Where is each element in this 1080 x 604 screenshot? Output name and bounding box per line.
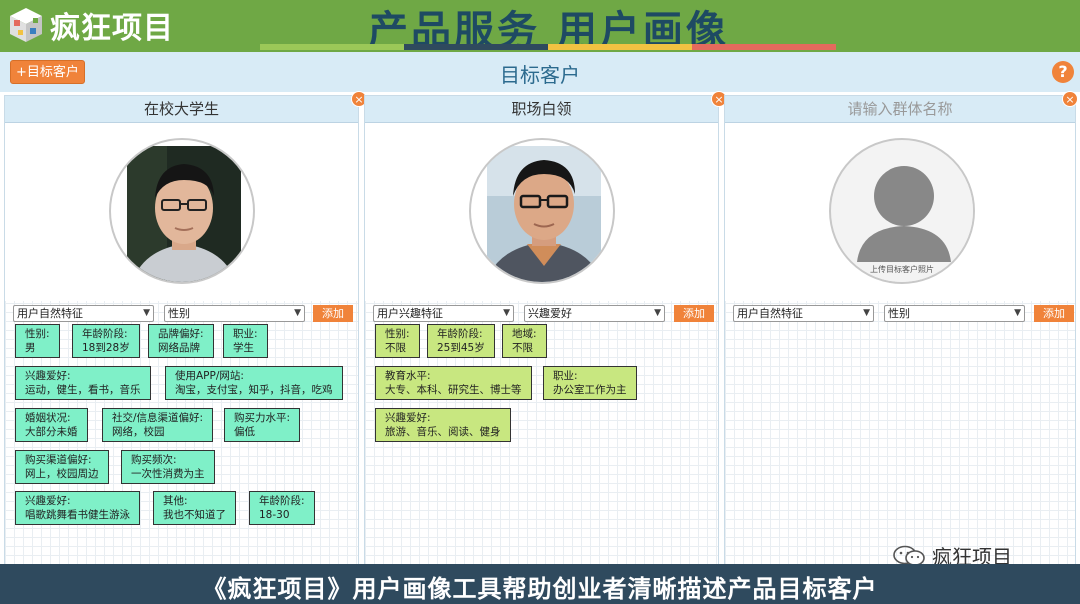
feature-tag[interactable]: 社交/信息渠道偏好: 网络，校园 xyxy=(102,408,214,442)
feature-tag[interactable]: 教育水平: 大专、本科、研究生、博士等 xyxy=(375,366,532,400)
upload-photo-placeholder[interactable]: 上传目标客户照片 xyxy=(829,138,975,284)
professional-avatar[interactable] xyxy=(469,138,615,284)
feature-field-value: 性别 xyxy=(168,307,190,320)
feature-tag-text: 年龄阶段: 25到45岁 xyxy=(437,328,485,354)
feature-field-value: 兴趣爱好 xyxy=(528,307,572,320)
feature-tag[interactable]: 兴趣爱好: 唱歌跳舞看书健生游泳 xyxy=(15,491,140,525)
feature-tag-text: 品牌偏好: 网络品牌 xyxy=(158,328,204,354)
persona-name-field[interactable]: 在校大学生 xyxy=(5,96,358,123)
cube-logo-icon xyxy=(6,6,46,44)
feature-tag-text: 年龄阶段: 18-30 xyxy=(259,495,305,521)
add-feature-button[interactable]: 添加 xyxy=(674,305,714,322)
add-feature-button[interactable]: 添加 xyxy=(1034,305,1074,322)
feature-tag[interactable]: 兴趣爱好: 运动，健生，看书，音乐 xyxy=(15,366,151,400)
chevron-down-icon: ▼ xyxy=(503,308,510,318)
feature-field-value: 性别 xyxy=(888,307,910,320)
feature-category-select[interactable]: 用户自然特征 ▼ xyxy=(13,305,154,322)
stripe-yellow xyxy=(548,44,692,50)
logo-text: 疯狂项目 xyxy=(50,11,174,46)
feature-category-value: 用户自然特征 xyxy=(17,307,83,320)
feature-tag-text: 社交/信息渠道偏好: 网络，校园 xyxy=(112,412,204,438)
feature-tag-text: 购买频次: 一次性消费为主 xyxy=(131,454,205,480)
title-underline-stripes xyxy=(260,44,836,50)
feature-field-select[interactable]: 性别 ▼ xyxy=(164,305,305,322)
feature-tag[interactable]: 其他: 我也不知道了 xyxy=(153,491,236,525)
feature-tag-text: 性别: 男 xyxy=(25,328,50,354)
feature-category-select[interactable]: 用户兴趣特征 ▼ xyxy=(373,305,514,322)
feature-tag[interactable]: 品牌偏好: 网络品牌 xyxy=(148,324,214,358)
chevron-down-icon: ▼ xyxy=(863,308,870,318)
feature-tag[interactable]: 购买频次: 一次性消费为主 xyxy=(121,450,215,484)
footer-banner: 《疯狂项目》用户画像工具帮助创业者清晰描述产品目标客户 xyxy=(0,564,1080,604)
chevron-down-icon: ▼ xyxy=(1014,308,1021,318)
footer-text: 《疯狂项目》用户画像工具帮助创业者清晰描述产品目标客户 xyxy=(202,575,878,603)
feature-tag-text: 婚姻状况: 大部分未婚 xyxy=(25,412,78,438)
stripe-red xyxy=(692,44,836,50)
feature-tag[interactable]: 年龄阶段: 18-30 xyxy=(249,491,315,525)
chevron-down-icon: ▼ xyxy=(143,308,150,318)
close-card-icon[interactable]: × xyxy=(1062,91,1078,107)
feature-tag-text: 其他: 我也不知道了 xyxy=(163,495,226,521)
persona-card-professional: 职场白领 × 用户兴趣特征 ▼ 兴趣爱好 ▼ 添加 性别: 不限 年龄阶段: 2… xyxy=(364,91,727,565)
chevron-down-icon: ▼ xyxy=(294,308,301,318)
stripe-navy xyxy=(404,44,548,50)
chevron-down-icon: ▼ xyxy=(654,308,661,318)
feature-tag-text: 教育水平: 大专、本科、研究生、博士等 xyxy=(385,370,522,396)
feature-tag[interactable]: 职业: 办公室工作为主 xyxy=(543,366,637,400)
feature-tag[interactable]: 兴趣爱好: 旅游、音乐、阅读、健身 xyxy=(375,408,511,442)
feature-tag[interactable]: 年龄阶段: 18到28岁 xyxy=(72,324,140,358)
feature-tag[interactable]: 婚姻状况: 大部分未婚 xyxy=(15,408,88,442)
persona-name-field[interactable]: 职场白领 xyxy=(365,96,718,123)
logo: 疯狂项目 xyxy=(6,4,174,46)
top-banner: 疯狂项目 产品服务 用户画像 xyxy=(0,0,1080,54)
page: 疯狂项目 产品服务 用户画像 +目标客户 目标客户 ? 在校大学生 × 用户自然… xyxy=(0,0,1080,604)
feature-tag[interactable]: 性别: 男 xyxy=(15,324,60,358)
add-feature-button[interactable]: 添加 xyxy=(313,305,353,322)
feature-tag-text: 性别: 不限 xyxy=(385,328,410,354)
feature-tag-text: 使用APP/网站: 淘宝，支付宝，知乎，抖音，吃鸡 xyxy=(175,370,333,396)
persona-name-input[interactable]: 请输入群体名称 xyxy=(725,96,1075,123)
feature-tag[interactable]: 购买渠道偏好: 网上，校园周边 xyxy=(15,450,109,484)
section-title: 目标客户 xyxy=(500,63,580,87)
feature-tag[interactable]: 职业: 学生 xyxy=(223,324,268,358)
feature-tag-text: 购买渠道偏好: 网上，校园周边 xyxy=(25,454,99,480)
persona-card-new: 请输入群体名称 × 上传目标客户照片 用户自然特征 ▼ 性别 ▼ 添加 xyxy=(724,91,1078,565)
stripe-green xyxy=(260,44,404,50)
upload-caption: 上传目标客户照片 xyxy=(870,265,934,274)
feature-tag[interactable]: 性别: 不限 xyxy=(375,324,420,358)
feature-field-select[interactable]: 兴趣爱好 ▼ xyxy=(524,305,665,322)
feature-tag[interactable]: 年龄阶段: 25到45岁 xyxy=(427,324,495,358)
feature-tag-text: 兴趣爱好: 运动，健生，看书，音乐 xyxy=(25,370,141,396)
feature-tag-text: 购买力水平: 偏低 xyxy=(234,412,291,438)
feature-tag-text: 职业: 学生 xyxy=(233,328,258,354)
feature-tag-text: 地域: 不限 xyxy=(512,328,537,354)
feature-tag[interactable]: 地域: 不限 xyxy=(502,324,547,358)
feature-tag-text: 年龄阶段: 18到28岁 xyxy=(82,328,130,354)
feature-tag-text: 兴趣爱好: 旅游、音乐、阅读、健身 xyxy=(385,412,501,438)
feature-tag[interactable]: 使用APP/网站: 淘宝，支付宝，知乎，抖音，吃鸡 xyxy=(165,366,343,400)
feature-category-select[interactable]: 用户自然特征 ▼ xyxy=(733,305,874,322)
help-icon[interactable]: ? xyxy=(1052,61,1074,83)
student-avatar[interactable] xyxy=(109,138,255,284)
feature-field-select[interactable]: 性别 ▼ xyxy=(884,305,1025,322)
persona-card-student: 在校大学生 × 用户自然特征 ▼ 性别 ▼ 添加 性别: 男 年龄阶段: 18到… xyxy=(4,91,367,565)
toolbar: +目标客户 目标客户 ? xyxy=(0,52,1080,92)
feature-tag-text: 兴趣爱好: 唱歌跳舞看书健生游泳 xyxy=(25,495,130,521)
feature-category-value: 用户自然特征 xyxy=(737,307,803,320)
feature-tag-text: 职业: 办公室工作为主 xyxy=(553,370,627,396)
feature-category-value: 用户兴趣特征 xyxy=(377,307,443,320)
feature-tag[interactable]: 购买力水平: 偏低 xyxy=(224,408,301,442)
